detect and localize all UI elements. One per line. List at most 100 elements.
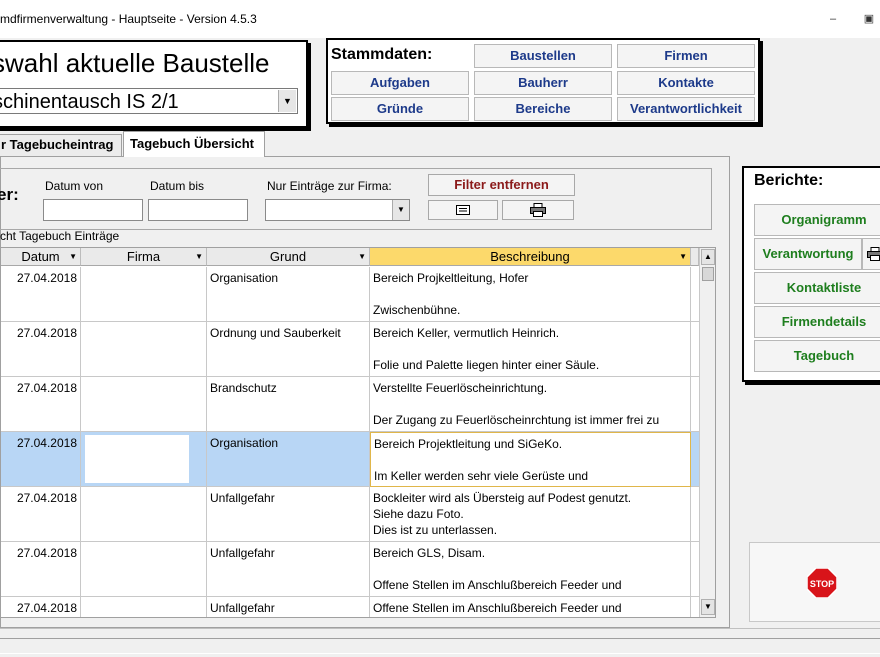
kontakte-button[interactable]: Kontakte (617, 71, 755, 95)
grund-cell[interactable]: Unfallgefahr (207, 487, 370, 542)
beschreibung-cell[interactable]: Bereich Keller, vermutlich Heinrich. Fol… (370, 322, 691, 377)
scroll-down-icon[interactable]: ▼ (701, 599, 715, 615)
scroll-up-icon[interactable]: ▲ (701, 249, 715, 265)
chevron-down-icon[interactable]: ▼ (358, 248, 366, 265)
kontaktliste-button[interactable]: Kontaktliste (754, 272, 880, 304)
baustelle-combo[interactable]: schinentausch IS 2/1 ▼ (0, 88, 298, 114)
datum-cell[interactable]: 27.04.2018 (1, 432, 81, 487)
datum-cell[interactable]: 27.04.2018 (1, 487, 81, 542)
minimize-icon[interactable]: – (826, 13, 840, 25)
datum-bis-input[interactable] (148, 199, 248, 221)
table-row[interactable]: 27.04.2018 Unfallgefahr Bockleiter wird … (1, 487, 699, 542)
baustelle-heading: swahl aktuelle Baustelle (0, 48, 270, 78)
table-row-selected[interactable]: 27.04.2018 Organisation Bereich Projektl… (1, 432, 699, 487)
grid-rows: 27.04.2018 Organisation Bereich Projkelt… (1, 267, 699, 617)
tagebuch-button[interactable]: Tagebuch (754, 340, 880, 372)
section-label: cht Tagebuch Einträge (0, 229, 120, 243)
firma-cell[interactable] (81, 597, 207, 617)
table-row[interactable]: 27.04.2018 Organisation Bereich Projkelt… (1, 267, 699, 322)
vertical-scrollbar[interactable]: ▲ ▼ (699, 248, 715, 617)
stammdaten-panel: Stammdaten: Baustellen Firmen Aufgaben B… (326, 38, 760, 124)
print-button[interactable] (502, 200, 574, 220)
table-row[interactable]: 27.04.2018 Unfallgefahr Offene Stellen i… (1, 597, 699, 617)
printer-icon (867, 247, 880, 261)
column-header-datum-label: Datum (21, 249, 60, 264)
chevron-down-icon[interactable]: ▼ (195, 248, 203, 265)
column-header-grund-label: Grund (269, 249, 307, 264)
grund-cell[interactable]: Unfallgefahr (207, 542, 370, 597)
gruende-button[interactable]: Gründe (331, 97, 469, 121)
bauherr-button[interactable]: Bauherr (474, 71, 612, 95)
svg-text:STOP: STOP (810, 579, 834, 589)
sort-desc-icon[interactable]: ▼ (69, 248, 77, 265)
table-row[interactable]: 27.04.2018 Brandschutz Verstellte Feuerl… (1, 377, 699, 432)
chevron-down-icon[interactable]: ▼ (392, 200, 409, 220)
scroll-thumb[interactable] (702, 267, 714, 281)
tagebuch-grid[interactable]: Datum ▼ Firma ▼ Grund ▼ Beschreibung ▼ 2… (0, 247, 716, 618)
beschreibung-cell[interactable]: Verstellte Feuerlöscheinrichtung. Der Zu… (370, 377, 691, 432)
firma-cell[interactable] (81, 267, 207, 322)
firma-cell[interactable] (81, 377, 207, 432)
stop-button[interactable]: STOP (749, 542, 880, 622)
baustellen-button[interactable]: Baustellen (474, 44, 612, 68)
berichte-panel: Berichte: Organigramm Verantwortung Kont… (742, 166, 880, 382)
stammdaten-label: Stammdaten: (331, 46, 433, 63)
datum-von-label: Datum von (45, 179, 104, 193)
printer-icon (530, 203, 546, 217)
firma-filter-combo[interactable]: ▼ (265, 199, 410, 221)
firma-cell[interactable] (81, 322, 207, 377)
column-header-firma[interactable]: Firma ▼ (81, 248, 207, 266)
datum-cell[interactable]: 27.04.2018 (1, 542, 81, 597)
firmen-button[interactable]: Firmen (617, 44, 755, 68)
grund-cell[interactable]: Unfallgefahr (207, 597, 370, 617)
datum-cell[interactable]: 27.04.2018 (1, 267, 81, 322)
organigramm-button[interactable]: Organigramm (754, 204, 880, 236)
datum-cell[interactable]: 27.04.2018 (1, 322, 81, 377)
firma-filter-label: Nur Einträge zur Firma: (267, 179, 392, 193)
stop-icon: STOP (807, 568, 837, 598)
firma-cell[interactable] (81, 542, 207, 597)
firma-cell[interactable] (81, 487, 207, 542)
firmendetails-button[interactable]: Firmendetails (754, 306, 880, 338)
column-header-grund[interactable]: Grund ▼ (207, 248, 370, 266)
firma-editor[interactable] (85, 435, 189, 483)
tab-tagebucheintrag[interactable]: r Tagebucheintrag (0, 134, 122, 156)
baustelle-selected: schinentausch IS 2/1 (0, 91, 179, 113)
window-title: mdfirmenverwaltung - Hauptseite - Versio… (0, 12, 257, 26)
column-header-datum[interactable]: Datum ▼ (1, 248, 81, 266)
grund-cell[interactable]: Brandschutz (207, 377, 370, 432)
aufgaben-button[interactable]: Aufgaben (331, 71, 469, 95)
grund-cell[interactable]: Organisation (207, 432, 370, 487)
beschreibung-cell[interactable]: Bereich GLS, Disam. Offene Stellen im An… (370, 542, 691, 597)
beschreibung-cell[interactable]: Offene Stellen im Anschlußbereich Feeder… (370, 597, 691, 617)
beschreibung-editor[interactable]: Bereich Projektleitung und SiGeKo. Im Ke… (370, 432, 691, 487)
datum-cell[interactable]: 27.04.2018 (1, 377, 81, 432)
datum-von-input[interactable] (43, 199, 143, 221)
column-header-beschreibung-label: Beschreibung (490, 249, 570, 264)
beschreibung-cell[interactable]: Bereich Projkeltleitung, Hofer Zwischenb… (370, 267, 691, 322)
verantwortlichkeit-button[interactable]: Verantwortlichkeit (617, 97, 755, 121)
datum-cell[interactable]: 27.04.2018 (1, 597, 81, 617)
table-row[interactable]: 27.04.2018 Unfallgefahr Bereich GLS, Dis… (1, 542, 699, 597)
filter-remove-button[interactable]: Filter entfernen (428, 174, 575, 196)
filter-label: er: (0, 185, 19, 204)
grund-cell[interactable]: Organisation (207, 267, 370, 322)
grund-cell[interactable]: Ordnung und Sauberkeit (207, 322, 370, 377)
bereiche-button[interactable]: Bereiche (474, 97, 612, 121)
filter-panel: er: Datum von Datum bis Nur Einträge zur… (0, 168, 712, 230)
verantwortung-button[interactable]: Verantwortung (754, 238, 862, 270)
chevron-down-icon[interactable]: ▼ (278, 90, 296, 112)
status-bar (0, 628, 880, 657)
beschreibung-cell[interactable]: Bockleiter wird als Übersteig auf Podest… (370, 487, 691, 542)
table-row[interactable]: 27.04.2018 Ordnung und Sauberkeit Bereic… (1, 322, 699, 377)
email-button[interactable] (428, 200, 498, 220)
title-bar: mdfirmenverwaltung - Hauptseite - Versio… (0, 0, 880, 38)
verantwortung-print-button[interactable] (862, 238, 880, 270)
column-header-spacer (691, 248, 699, 266)
column-header-firma-label: Firma (126, 249, 161, 264)
chevron-down-icon[interactable]: ▼ (679, 248, 687, 265)
tab-tagebuch-uebersicht[interactable]: Tagebuch Übersicht (123, 131, 265, 157)
restore-icon[interactable]: ▣ (862, 13, 876, 25)
firma-cell[interactable] (81, 432, 207, 487)
column-header-beschreibung[interactable]: Beschreibung ▼ (370, 248, 691, 266)
